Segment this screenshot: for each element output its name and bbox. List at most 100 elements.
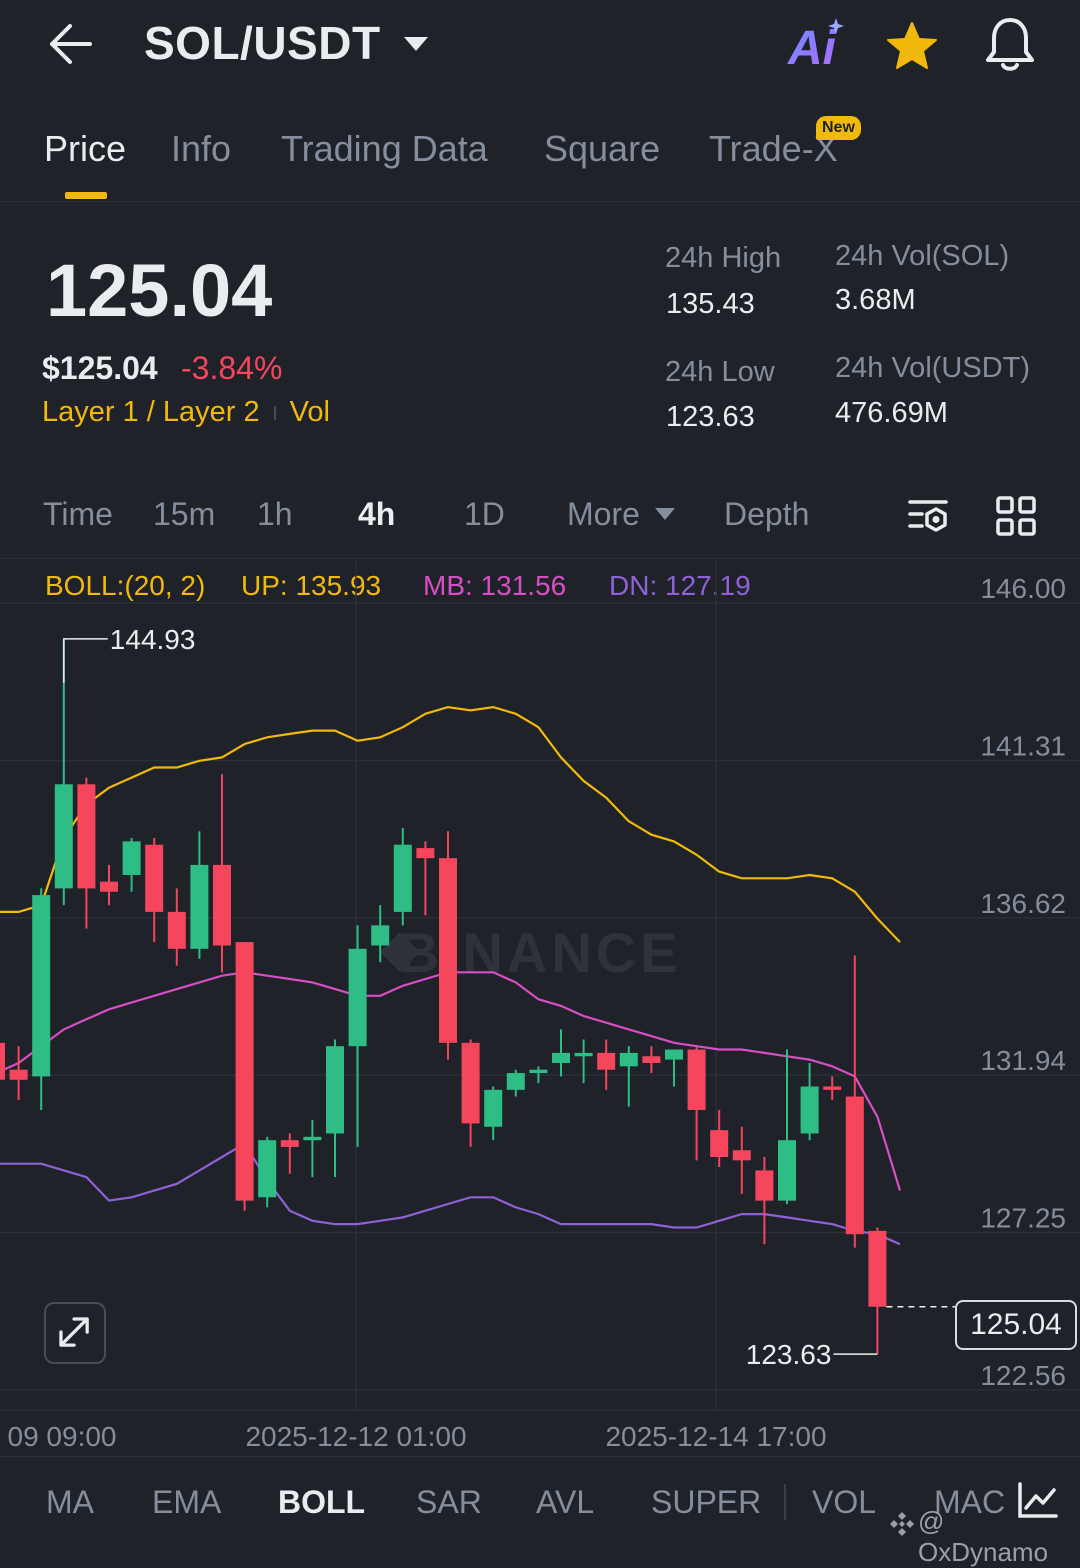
ind-tab-ema[interactable]: EMA [152,1484,221,1521]
high-marker-line [63,638,108,683]
vol-base-value: 3.68M [835,284,916,316]
candle-body [823,1086,842,1090]
x-tick-label: 2025-12-14 17:00 [605,1421,826,1452]
active-tab-indicator [65,192,107,199]
candle-body [461,1042,480,1124]
candle-body [710,1130,729,1157]
grid-layout-icon[interactable] [994,494,1038,538]
low-marker-label: 123.63 [746,1339,832,1370]
tags-row: Layer 1 / Layer 2 Vol [42,396,330,429]
tf-time[interactable]: Time [43,496,113,533]
candle-body [484,1089,503,1127]
vol-base-label: 24h Vol(SOL) [835,240,1010,272]
candle-body [642,1056,661,1063]
y-tick-label: 136.62 [980,888,1066,919]
watermark-user: @ OxDynamo [918,1506,1049,1567]
tf-4h[interactable]: 4h [358,496,395,533]
candle-body [213,864,231,946]
ai-label: Ai [787,22,838,74]
pair-title[interactable]: SOL/USDT [144,16,381,70]
candle-body [755,1170,774,1201]
candle-body [77,784,96,889]
fullscreen-button[interactable] [44,1302,106,1364]
ind-tab-avl[interactable]: AVL [536,1484,594,1521]
candle-body [280,1140,299,1147]
candle-body [0,1042,5,1080]
candle-body [529,1069,548,1074]
candle-body [597,1052,616,1070]
bell-icon[interactable] [982,14,1038,74]
candle-body [348,948,367,1047]
ai-assistant-icon[interactable]: Ai [786,14,848,74]
candle-body [552,1052,570,1063]
candle-body [778,1140,796,1201]
high-value: 135.43 [666,288,755,320]
candle-body [439,858,457,1043]
tf-more[interactable]: More [567,496,640,533]
tag-divider [273,406,276,421]
candle-body [732,1150,751,1161]
y-tick-label: 127.25 [980,1203,1066,1234]
chevron-down-icon[interactable] [402,34,430,54]
candle-body [687,1049,706,1110]
tf-15m[interactable]: 15m [153,496,215,533]
binance-logo-icon [890,1512,914,1536]
candle-body [258,1140,277,1198]
candle-body [868,1230,887,1307]
low-label: 24h Low [665,356,775,388]
candle-body [619,1052,638,1067]
tf-1d[interactable]: 1D [464,496,505,533]
tab-price[interactable]: Price [44,128,126,170]
y-tick-label: 146.00 [980,573,1066,604]
candle-body [122,841,141,875]
back-arrow-icon[interactable] [44,20,96,68]
current-price-label: 125.04 [955,1300,1077,1350]
candlestick-chart[interactable]: 146.00141.31136.62131.94127.25122.56BINA… [0,560,1080,1460]
last-price: 125.04 [46,249,273,332]
tag-vol[interactable]: Vol [290,396,330,428]
tag-layer[interactable]: Layer 1 / Layer 2 [42,396,260,428]
chart-settings-icon[interactable] [906,494,950,538]
candle-body [145,844,164,912]
tab-trading-data[interactable]: Trading Data [281,128,488,170]
ind-tab-super[interactable]: SUPER [651,1484,761,1521]
ind-tab-boll[interactable]: BOLL [278,1484,365,1521]
tab-divider [784,1484,786,1520]
favorite-star-icon[interactable] [884,20,940,72]
candle-body [371,925,390,946]
candle-body [416,848,435,859]
candle-body [665,1049,683,1060]
x-tick-label: 09 09:00 [8,1421,117,1452]
candle-body [190,864,209,949]
candle-body [54,784,73,889]
ind-tab-sar[interactable]: SAR [416,1484,482,1521]
tab-square[interactable]: Square [544,128,660,170]
candle-body [800,1086,819,1134]
tab-info[interactable]: Info [171,128,231,170]
tf-1h[interactable]: 1h [257,496,293,533]
y-tick-label: 122.56 [980,1360,1066,1391]
high-marker-label: 144.93 [110,624,196,655]
candle-body [326,1046,344,1134]
price-change: -3.84% [181,350,283,386]
candle-body [9,1069,28,1080]
candle-body [167,911,186,949]
candle-body [100,881,118,892]
new-badge: New [816,116,861,140]
usd-price: $125.04 [42,350,158,386]
candle-body [574,1052,593,1057]
low-value: 123.63 [666,401,755,433]
ind-tab-vol[interactable]: VOL [812,1484,876,1521]
more-caret-icon[interactable] [654,506,676,522]
candle-body [506,1073,525,1090]
x-tick-label: 2025-12-12 01:00 [245,1421,466,1452]
high-label: 24h High [665,242,782,274]
candle-body [235,942,254,1201]
y-tick-label: 141.31 [980,730,1066,761]
tf-depth[interactable]: Depth [724,496,809,533]
top-bar: SOL/USDT Ai [0,0,1080,92]
candle-body [393,844,412,912]
vol-quote-label: 24h Vol(USDT) [835,352,1031,384]
ind-tab-ma[interactable]: MA [46,1484,94,1521]
candle-body [845,1096,864,1235]
